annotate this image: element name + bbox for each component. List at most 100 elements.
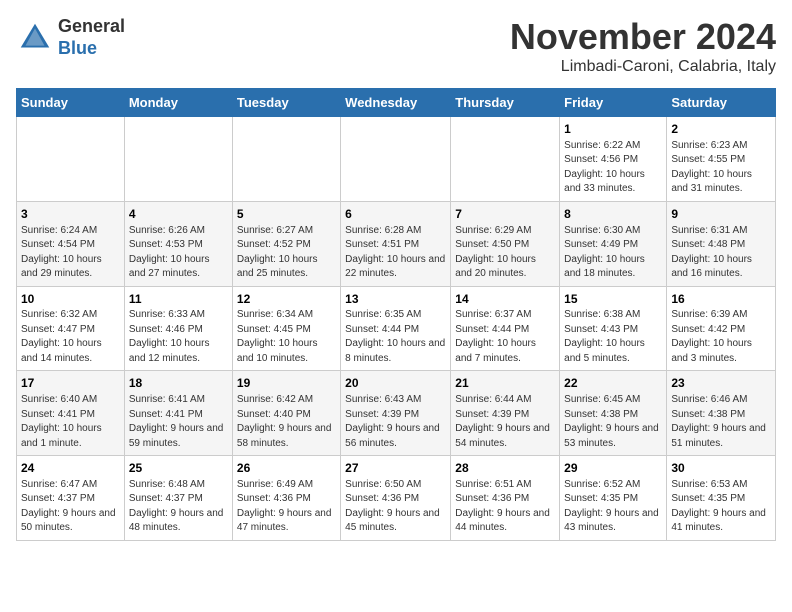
day-info: Sunrise: 6:44 AM Sunset: 4:39 PM Dayligh… [455, 393, 555, 451]
calendar-cell: 28Sunrise: 6:51 AM Sunset: 4:36 PM Dayli… [451, 456, 560, 541]
logo-icon [16, 19, 54, 57]
day-info: Sunrise: 6:38 AM Sunset: 4:43 PM Dayligh… [564, 308, 662, 366]
day-number: 25 [129, 460, 228, 477]
day-info: Sunrise: 6:43 AM Sunset: 4:39 PM Dayligh… [345, 393, 446, 451]
day-info: Sunrise: 6:52 AM Sunset: 4:35 PM Dayligh… [564, 478, 662, 536]
day-number: 20 [345, 375, 446, 392]
day-number: 15 [564, 291, 662, 308]
calendar-cell: 10Sunrise: 6:32 AM Sunset: 4:47 PM Dayli… [17, 286, 125, 371]
calendar-week-5: 24Sunrise: 6:47 AM Sunset: 4:37 PM Dayli… [17, 456, 776, 541]
day-info: Sunrise: 6:37 AM Sunset: 4:44 PM Dayligh… [455, 308, 555, 366]
day-info: Sunrise: 6:22 AM Sunset: 4:56 PM Dayligh… [564, 139, 662, 197]
day-number: 8 [564, 206, 662, 223]
calendar-cell: 18Sunrise: 6:41 AM Sunset: 4:41 PM Dayli… [124, 371, 232, 456]
day-number: 7 [455, 206, 555, 223]
day-info: Sunrise: 6:26 AM Sunset: 4:53 PM Dayligh… [129, 224, 228, 282]
month-title: November 2024 [510, 16, 776, 58]
day-info: Sunrise: 6:47 AM Sunset: 4:37 PM Dayligh… [21, 478, 120, 536]
calendar-cell: 14Sunrise: 6:37 AM Sunset: 4:44 PM Dayli… [451, 286, 560, 371]
day-number: 21 [455, 375, 555, 392]
weekday-header-monday: Monday [124, 89, 232, 117]
weekday-header-thursday: Thursday [451, 89, 560, 117]
calendar-cell: 19Sunrise: 6:42 AM Sunset: 4:40 PM Dayli… [232, 371, 340, 456]
day-number: 5 [237, 206, 336, 223]
logo: General Blue [16, 16, 125, 59]
day-number: 14 [455, 291, 555, 308]
day-info: Sunrise: 6:28 AM Sunset: 4:51 PM Dayligh… [345, 224, 446, 282]
logo-general-text: General [58, 16, 125, 38]
calendar-cell: 9Sunrise: 6:31 AM Sunset: 4:48 PM Daylig… [667, 201, 776, 286]
day-info: Sunrise: 6:30 AM Sunset: 4:49 PM Dayligh… [564, 224, 662, 282]
day-info: Sunrise: 6:31 AM Sunset: 4:48 PM Dayligh… [671, 224, 771, 282]
day-info: Sunrise: 6:49 AM Sunset: 4:36 PM Dayligh… [237, 478, 336, 536]
day-number: 11 [129, 291, 228, 308]
day-info: Sunrise: 6:33 AM Sunset: 4:46 PM Dayligh… [129, 308, 228, 366]
day-number: 18 [129, 375, 228, 392]
day-number: 28 [455, 460, 555, 477]
calendar-cell: 24Sunrise: 6:47 AM Sunset: 4:37 PM Dayli… [17, 456, 125, 541]
day-number: 19 [237, 375, 336, 392]
day-info: Sunrise: 6:29 AM Sunset: 4:50 PM Dayligh… [455, 224, 555, 282]
day-number: 4 [129, 206, 228, 223]
calendar-cell: 4Sunrise: 6:26 AM Sunset: 4:53 PM Daylig… [124, 201, 232, 286]
calendar-cell: 26Sunrise: 6:49 AM Sunset: 4:36 PM Dayli… [232, 456, 340, 541]
day-info: Sunrise: 6:39 AM Sunset: 4:42 PM Dayligh… [671, 308, 771, 366]
day-info: Sunrise: 6:41 AM Sunset: 4:41 PM Dayligh… [129, 393, 228, 451]
day-info: Sunrise: 6:53 AM Sunset: 4:35 PM Dayligh… [671, 478, 771, 536]
calendar-cell: 12Sunrise: 6:34 AM Sunset: 4:45 PM Dayli… [232, 286, 340, 371]
day-number: 17 [21, 375, 120, 392]
day-number: 10 [21, 291, 120, 308]
day-info: Sunrise: 6:35 AM Sunset: 4:44 PM Dayligh… [345, 308, 446, 366]
day-info: Sunrise: 6:46 AM Sunset: 4:38 PM Dayligh… [671, 393, 771, 451]
calendar-week-3: 10Sunrise: 6:32 AM Sunset: 4:47 PM Dayli… [17, 286, 776, 371]
day-number: 13 [345, 291, 446, 308]
day-number: 1 [564, 121, 662, 138]
calendar-title-area: November 2024 Limbadi-Caroni, Calabria, … [510, 16, 776, 76]
day-info: Sunrise: 6:27 AM Sunset: 4:52 PM Dayligh… [237, 224, 336, 282]
calendar-cell: 13Sunrise: 6:35 AM Sunset: 4:44 PM Dayli… [341, 286, 451, 371]
calendar-cell: 29Sunrise: 6:52 AM Sunset: 4:35 PM Dayli… [560, 456, 667, 541]
calendar-cell [124, 117, 232, 202]
logo-blue-text: Blue [58, 38, 125, 60]
calendar-week-1: 1Sunrise: 6:22 AM Sunset: 4:56 PM Daylig… [17, 117, 776, 202]
calendar-cell: 15Sunrise: 6:38 AM Sunset: 4:43 PM Dayli… [560, 286, 667, 371]
calendar-cell [451, 117, 560, 202]
calendar-cell: 25Sunrise: 6:48 AM Sunset: 4:37 PM Dayli… [124, 456, 232, 541]
calendar-cell: 22Sunrise: 6:45 AM Sunset: 4:38 PM Dayli… [560, 371, 667, 456]
day-number: 3 [21, 206, 120, 223]
calendar-cell: 30Sunrise: 6:53 AM Sunset: 4:35 PM Dayli… [667, 456, 776, 541]
day-info: Sunrise: 6:34 AM Sunset: 4:45 PM Dayligh… [237, 308, 336, 366]
day-info: Sunrise: 6:32 AM Sunset: 4:47 PM Dayligh… [21, 308, 120, 366]
day-number: 22 [564, 375, 662, 392]
calendar-cell: 27Sunrise: 6:50 AM Sunset: 4:36 PM Dayli… [341, 456, 451, 541]
calendar-cell: 21Sunrise: 6:44 AM Sunset: 4:39 PM Dayli… [451, 371, 560, 456]
calendar-cell: 2Sunrise: 6:23 AM Sunset: 4:55 PM Daylig… [667, 117, 776, 202]
day-info: Sunrise: 6:51 AM Sunset: 4:36 PM Dayligh… [455, 478, 555, 536]
weekday-header-sunday: Sunday [17, 89, 125, 117]
day-info: Sunrise: 6:48 AM Sunset: 4:37 PM Dayligh… [129, 478, 228, 536]
day-number: 2 [671, 121, 771, 138]
calendar-cell: 17Sunrise: 6:40 AM Sunset: 4:41 PM Dayli… [17, 371, 125, 456]
calendar-week-4: 17Sunrise: 6:40 AM Sunset: 4:41 PM Dayli… [17, 371, 776, 456]
day-number: 30 [671, 460, 771, 477]
calendar-cell [232, 117, 340, 202]
day-number: 24 [21, 460, 120, 477]
calendar-cell: 5Sunrise: 6:27 AM Sunset: 4:52 PM Daylig… [232, 201, 340, 286]
location-title: Limbadi-Caroni, Calabria, Italy [510, 58, 776, 76]
day-number: 23 [671, 375, 771, 392]
day-info: Sunrise: 6:24 AM Sunset: 4:54 PM Dayligh… [21, 224, 120, 282]
calendar-week-2: 3Sunrise: 6:24 AM Sunset: 4:54 PM Daylig… [17, 201, 776, 286]
calendar-cell: 1Sunrise: 6:22 AM Sunset: 4:56 PM Daylig… [560, 117, 667, 202]
day-info: Sunrise: 6:45 AM Sunset: 4:38 PM Dayligh… [564, 393, 662, 451]
weekday-header-tuesday: Tuesday [232, 89, 340, 117]
day-number: 16 [671, 291, 771, 308]
day-info: Sunrise: 6:40 AM Sunset: 4:41 PM Dayligh… [21, 393, 120, 451]
weekday-header-row: SundayMondayTuesdayWednesdayThursdayFrid… [17, 89, 776, 117]
weekday-header-friday: Friday [560, 89, 667, 117]
calendar-table: SundayMondayTuesdayWednesdayThursdayFrid… [16, 88, 776, 541]
calendar-cell: 11Sunrise: 6:33 AM Sunset: 4:46 PM Dayli… [124, 286, 232, 371]
day-number: 12 [237, 291, 336, 308]
day-info: Sunrise: 6:23 AM Sunset: 4:55 PM Dayligh… [671, 139, 771, 197]
calendar-cell: 3Sunrise: 6:24 AM Sunset: 4:54 PM Daylig… [17, 201, 125, 286]
page-header: General Blue November 2024 Limbadi-Caron… [16, 16, 776, 76]
